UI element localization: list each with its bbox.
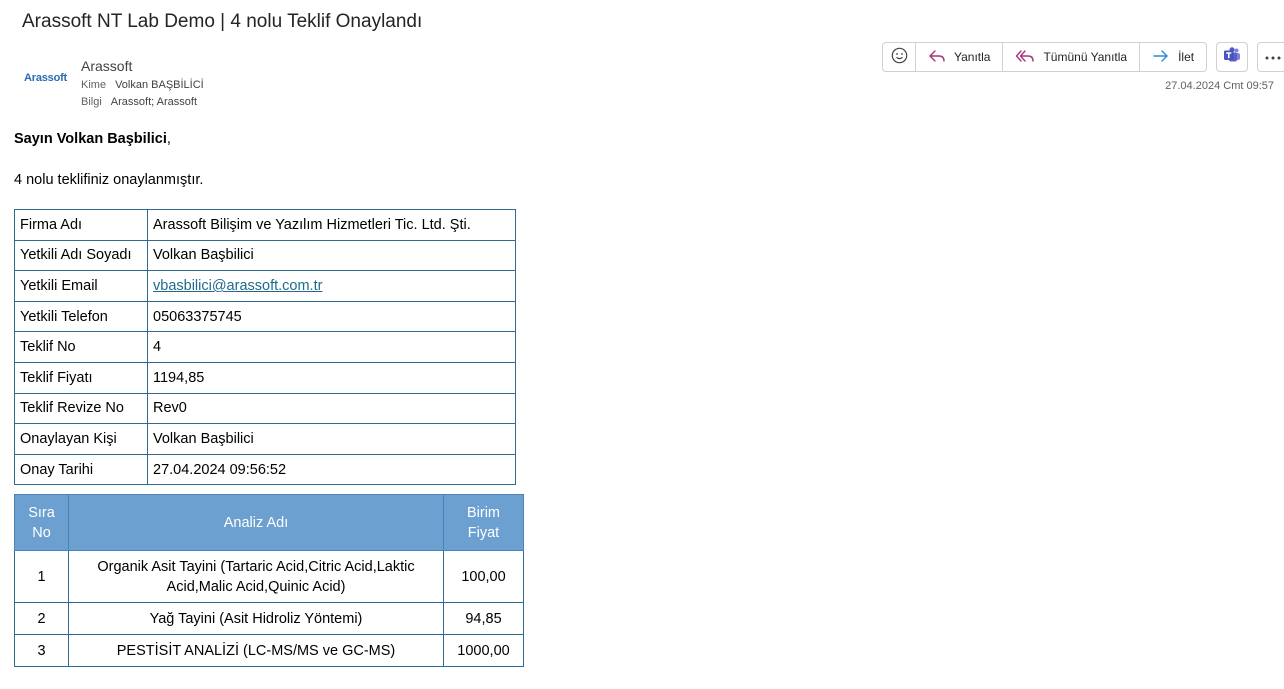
info-label: Teklif Fiyatı [14,361,148,394]
info-value: Volkan Başbilici [147,239,516,272]
email-subject: Arassoft NT Lab Demo | 4 nolu Teklif Ona… [22,11,423,32]
header-price-line2: Fiyat [467,524,500,541]
header-unit-price: Birim Fiyat [443,494,524,551]
teams-button[interactable] [1216,42,1249,72]
row-analysis-name: PESTİSİT ANALİZİ (LC-MS/MS ve GC-MS) [68,634,444,667]
table-row: Yetkili Telefon 05063375745 [14,300,516,333]
row-no: 2 [14,602,69,635]
sender-logo: Arassoft [24,72,68,84]
header-no-line2: No [32,524,51,541]
greeting-suffix: , [166,131,171,147]
row-analysis-name: Yağ Tayini (Asit Hidroliz Yöntemi) [68,602,444,635]
emoji-reaction-button[interactable] [883,43,916,71]
analysis-name-line2: Acid,Malic Acid,Quinic Acid) [166,578,346,595]
row-no: 3 [14,634,69,667]
info-label: Onaylayan Kişi [14,423,148,455]
forward-button[interactable]: İlet [1140,43,1206,71]
greeting: Sayın Volkan Başbilici, [14,131,171,147]
table-row: Teklif No 4 [14,331,516,363]
email-link[interactable]: vbasbilici@arassoft.com.tr [153,278,322,294]
to-label: Kime [81,79,107,91]
reply-all-button[interactable]: Tümünü Yanıtla [1003,43,1141,71]
cc-recipients[interactable]: Arassoft; Arassoft [111,96,197,108]
table-row: Onay Tarihi 27.04.2024 09:56:52 [14,453,516,486]
teams-icon [1223,46,1241,69]
table-row: Yetkili Email vbasbilici@arassoft.com.tr [14,270,516,302]
info-value: 4 [147,331,516,363]
info-label: Yetkili Adı Soyadı [14,239,148,272]
row-price: 1000,00 [443,634,524,667]
info-value: 05063375745 [147,300,516,333]
action-button-group: Yanıtla Tümünü Yanıtla İlet [882,42,1208,72]
info-label: Onay Tarihi [14,453,148,486]
reply-all-icon [1015,48,1035,67]
info-value: 27.04.2024 09:56:52 [147,453,516,486]
greeting-name: Sayın Volkan Başbilici [14,131,167,147]
header-no: Sıra No [14,494,69,551]
info-label: Yetkili Telefon [14,300,148,333]
analysis-table: Sıra No Analiz Adı Birim Fiyat 1 Organik A… [14,494,524,667]
email-date: 27.04.2024 Cmt 09:57 [1165,80,1274,92]
table-row: Onaylayan Kişi Volkan Başbilici [14,423,516,455]
info-value: Volkan Başbilici [147,423,516,455]
to-line: Kime Volkan BAŞBİLİCİ [81,79,204,91]
approval-message: 4 nolu teklifiniz onaylanmıştır. [14,172,204,188]
row-analysis-name: Organik Asit Tayini (Tartaric Acid,Citri… [68,550,444,603]
message-toolbar: Yanıtla Tümünü Yanıtla İlet [882,42,1284,72]
table-row: Teklif Revize No Rev0 [14,392,516,425]
forward-icon [1152,48,1170,67]
info-label: Yetkili Email [14,270,148,302]
table-row: 2 Yağ Tayini (Asit Hidroliz Yöntemi) 94,… [14,602,524,635]
forward-label: İlet [1178,50,1195,64]
more-icon [1264,48,1282,66]
info-value: Arassoft Bilişim ve Yazılım Hizmetleri T… [147,209,516,241]
table-row: 3 PESTİSİT ANALİZİ (LC-MS/MS ve GC-MS) 1… [14,634,524,667]
analysis-name-line1: Organik Asit Tayini (Tartaric Acid,Citri… [97,558,415,575]
offer-info-table: Firma Adı Arassoft Bilişim ve Yazılım Hiz… [14,209,516,486]
more-actions-button[interactable] [1257,42,1284,72]
header-price-line1: Birim [466,504,501,521]
info-label: Firma Adı [14,209,148,241]
emoji-icon [891,47,908,67]
info-label: Teklif Revize No [14,392,148,425]
info-value: Rev0 [147,392,516,425]
table-header-row: Sıra No Analiz Adı Birim Fiyat [14,494,524,551]
row-price: 94,85 [443,602,524,635]
reply-all-label: Tümünü Yanıtla [1043,50,1128,64]
info-value: 1194,85 [147,361,516,394]
reply-icon [928,48,946,67]
table-row: Yetkili Adı Soyadı Volkan Başbilici [14,239,516,272]
table-row: 1 Organik Asit Tayini (Tartaric Acid,Cit… [14,550,524,603]
row-no: 1 [14,550,69,603]
cc-label: Bilgi [81,96,102,108]
row-price: 100,00 [443,550,524,603]
info-value-cell: vbasbilici@arassoft.com.tr [147,270,516,302]
table-row: Firma Adı Arassoft Bilişim ve Yazılım Hiz… [14,209,516,241]
info-label: Teklif No [14,331,148,363]
reply-label: Yanıtla [954,50,991,64]
table-row: Teklif Fiyatı 1194,85 [14,361,516,394]
cc-line: Bilgi Arassoft; Arassoft [81,96,197,108]
header-no-line1: Sıra [28,504,55,521]
sender-name[interactable]: Arassoft [81,58,132,74]
reply-button[interactable]: Yanıtla [916,43,1004,71]
to-recipient[interactable]: Volkan BAŞBİLİCİ [115,79,204,91]
header-analysis-name: Analiz Adı [68,494,444,551]
